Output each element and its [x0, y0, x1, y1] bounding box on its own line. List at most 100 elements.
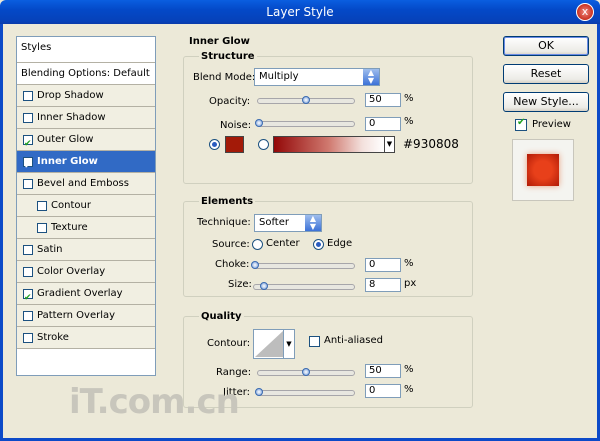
- styles-item-satin[interactable]: Satin: [17, 239, 155, 261]
- styles-item-checkbox[interactable]: [23, 333, 33, 343]
- styles-item-label: Inner Shadow: [37, 112, 106, 123]
- technique-label: Technique:: [197, 217, 251, 228]
- structure-title: Structure: [199, 51, 257, 62]
- new-style-button[interactable]: New Style...: [503, 92, 589, 112]
- styles-item-label: Contour: [51, 200, 91, 211]
- styles-item-inner-shadow[interactable]: Inner Shadow: [17, 107, 155, 129]
- chevron-updown-icon: ▲ ▼: [363, 69, 379, 85]
- quality-title: Quality: [199, 311, 244, 322]
- color-hex-label: #930808: [403, 137, 459, 151]
- ok-button[interactable]: OK: [503, 36, 589, 56]
- range-label: Range:: [216, 367, 252, 378]
- size-slider[interactable]: [253, 282, 355, 290]
- styles-item-bevel-and-emboss[interactable]: Bevel and Emboss: [17, 173, 155, 195]
- choke-unit: %: [404, 258, 414, 269]
- gradient-preview[interactable]: [273, 136, 385, 153]
- styles-item-label: Drop Shadow: [37, 90, 104, 101]
- noise-unit: %: [404, 116, 414, 127]
- gradient-dropdown-icon[interactable]: ▼: [384, 136, 395, 153]
- size-unit: px: [404, 278, 417, 289]
- anti-aliased-label: Anti-aliased: [324, 335, 384, 346]
- styles-item-label: Stroke: [37, 332, 69, 343]
- styles-item-label: Texture: [51, 222, 88, 233]
- preview-swatch: [527, 154, 559, 186]
- preview-label: Preview: [532, 119, 571, 130]
- styles-list: Styles Blending Options: Default Drop Sh…: [16, 36, 156, 376]
- opacity-input[interactable]: 50: [365, 93, 401, 107]
- choke-input[interactable]: 0: [365, 258, 401, 272]
- noise-slider-thumb[interactable]: [255, 119, 263, 127]
- styles-item-gradient-overlay[interactable]: Gradient Overlay: [17, 283, 155, 309]
- noise-slider[interactable]: [255, 119, 355, 127]
- styles-item-label: Gradient Overlay: [37, 288, 123, 299]
- styles-header[interactable]: Styles: [17, 37, 155, 63]
- styles-item-checkbox[interactable]: [23, 245, 33, 255]
- styles-item-label: Pattern Overlay: [37, 310, 116, 321]
- styles-item-checkbox[interactable]: [23, 287, 33, 309]
- preview-checkbox[interactable]: ✔: [515, 117, 527, 131]
- range-slider-thumb[interactable]: [302, 368, 310, 376]
- styles-item-checkbox[interactable]: [23, 311, 33, 321]
- styles-item-checkbox[interactable]: [23, 155, 33, 177]
- solid-color-radio[interactable]: [209, 139, 220, 150]
- style-preview: [512, 139, 574, 201]
- size-input[interactable]: 8: [365, 278, 401, 292]
- chevron-updown-icon: ▲ ▼: [305, 215, 321, 231]
- technique-select[interactable]: Softer ▲ ▼: [254, 214, 322, 232]
- styles-item-checkbox[interactable]: [37, 223, 47, 233]
- close-icon[interactable]: x: [576, 3, 594, 21]
- noise-input[interactable]: 0: [365, 117, 401, 131]
- gradient-radio[interactable]: [258, 139, 269, 150]
- styles-item-checkbox[interactable]: [23, 179, 33, 189]
- source-edge-radio[interactable]: [313, 239, 324, 250]
- styles-item-drop-shadow[interactable]: Drop Shadow: [17, 85, 155, 107]
- jitter-input[interactable]: 0: [365, 384, 401, 398]
- opacity-slider-thumb[interactable]: [302, 96, 310, 104]
- styles-item-label: Bevel and Emboss: [37, 178, 129, 189]
- styles-item-checkbox[interactable]: [37, 201, 47, 211]
- elements-title: Elements: [199, 196, 256, 207]
- source-center-label: Center: [266, 238, 300, 249]
- size-slider-thumb[interactable]: [260, 282, 268, 290]
- styles-item-stroke[interactable]: Stroke: [17, 327, 155, 349]
- anti-aliased-checkbox[interactable]: [309, 336, 320, 347]
- contour-dropdown-icon[interactable]: ▼: [283, 330, 294, 358]
- source-label: Source:: [212, 239, 250, 250]
- blending-options-item[interactable]: Blending Options: Default: [17, 63, 155, 85]
- styles-item-inner-glow[interactable]: Inner Glow: [17, 151, 155, 177]
- styles-item-label: Satin: [37, 244, 63, 255]
- styles-header-label: Styles: [21, 42, 52, 53]
- choke-slider[interactable]: [251, 261, 355, 269]
- opacity-slider[interactable]: [257, 96, 355, 104]
- opacity-unit: %: [404, 93, 414, 104]
- styles-item-pattern-overlay[interactable]: Pattern Overlay: [17, 305, 155, 327]
- reset-button[interactable]: Reset: [503, 64, 589, 84]
- source-center-radio[interactable]: [252, 239, 263, 250]
- styles-item-color-overlay[interactable]: Color Overlay: [17, 261, 155, 283]
- range-slider[interactable]: [257, 368, 355, 376]
- contour-linear-icon: [255, 331, 283, 357]
- check-icon: ✔: [517, 117, 526, 128]
- styles-item-checkbox[interactable]: [23, 133, 33, 155]
- title-bar: Layer Style x: [0, 0, 600, 24]
- range-input[interactable]: 50: [365, 364, 401, 378]
- contour-picker[interactable]: ▼: [253, 329, 295, 359]
- styles-item-texture[interactable]: Texture: [17, 217, 155, 239]
- choke-slider-thumb[interactable]: [251, 261, 259, 269]
- styles-item-outer-glow[interactable]: Outer Glow: [17, 129, 155, 155]
- styles-item-checkbox[interactable]: [23, 267, 33, 277]
- styles-item-contour[interactable]: Contour: [17, 195, 155, 217]
- blend-mode-select[interactable]: Multiply ▲ ▼: [254, 68, 380, 86]
- styles-item-checkbox[interactable]: [23, 91, 33, 101]
- source-edge-label: Edge: [327, 238, 353, 249]
- range-unit: %: [404, 364, 414, 375]
- window-title: Layer Style: [266, 5, 334, 19]
- jitter-slider-thumb[interactable]: [255, 388, 263, 396]
- styles-item-checkbox[interactable]: [23, 113, 33, 123]
- blend-mode-label: Blend Mode:: [193, 72, 256, 83]
- glow-color-swatch[interactable]: [225, 136, 244, 153]
- styles-item-label: Outer Glow: [37, 134, 94, 145]
- dialog-body: Styles Blending Options: Default Drop Sh…: [0, 24, 600, 441]
- styles-item-label: Color Overlay: [37, 266, 106, 277]
- jitter-slider[interactable]: [255, 388, 355, 396]
